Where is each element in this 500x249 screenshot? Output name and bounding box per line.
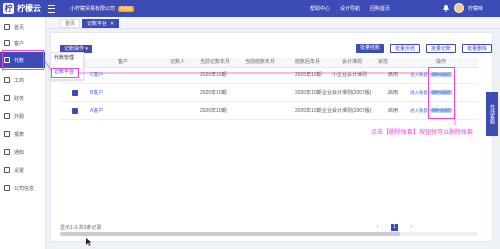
- sidebar-item-home[interactable]: 首页: [0, 19, 45, 35]
- field-icon: [4, 113, 10, 119]
- current-period: 2020年10期: [200, 72, 227, 78]
- table-row: A客户 2020年10期 2020年10期 企业会计准则(2007版) 启用 进…: [60, 103, 478, 120]
- batch-book-button[interactable]: 批量记账: [426, 44, 457, 53]
- gear-icon: [4, 167, 10, 173]
- current-period: 2020年10期: [200, 90, 227, 96]
- table-row: C客户 2020年10期 2020年10期 小企业会计准则 启用 进入账套 初始…: [60, 67, 478, 84]
- column-header: 操作: [436, 59, 447, 65]
- report-icon: [4, 131, 10, 137]
- batch-close-button[interactable]: 批量结账: [356, 44, 385, 53]
- app-logo[interactable]: 柠 柠檬云: [3, 2, 41, 15]
- after-period: 2020年10期: [295, 72, 322, 78]
- next-page-button[interactable]: ›: [408, 224, 415, 231]
- action-buttons: 批量结账 批量反结 批量记账 批量删除: [356, 44, 493, 53]
- tab-home[interactable]: 首页: [60, 19, 81, 28]
- customer-name[interactable]: C客户: [90, 67, 104, 83]
- design-nav-link[interactable]: 设计导航: [340, 5, 360, 12]
- batch-reverse-button[interactable]: 批量反结: [390, 44, 421, 53]
- company-icon: [4, 185, 10, 191]
- sidebar-item-label: 公司信息: [14, 185, 35, 192]
- help-center-link[interactable]: 帮助中心: [310, 5, 330, 12]
- online-service-tab[interactable]: 在线客服: [486, 92, 498, 136]
- home-link[interactable]: 回购首页: [370, 5, 390, 12]
- highlight-box-submenu: [51, 68, 79, 78]
- tab-bookkeeping-platform[interactable]: 记账平台 ✕: [82, 19, 120, 28]
- menu-item-agent-management[interactable]: 代账管理: [54, 54, 82, 63]
- column-header: 会计准则: [342, 59, 363, 65]
- sidebar-item-label: 工商: [14, 77, 25, 84]
- after-period: 2020年10期: [295, 90, 322, 96]
- status: 启用: [388, 90, 399, 96]
- app-name: 柠檬云: [17, 4, 41, 13]
- highlight-box-delete: [428, 67, 455, 119]
- user-area: 柠檬味: [442, 3, 483, 13]
- accounting-standard: 企业会计准则(2007版): [322, 108, 372, 114]
- accounting-standard: 企业会计准则(2007版): [322, 90, 372, 96]
- prev-page-button[interactable]: ‹: [374, 224, 381, 231]
- column-header: 当前记账年月: [200, 59, 231, 65]
- sidebar-item-label: 报表: [14, 131, 25, 138]
- lemon-logo-icon: 柠: [3, 3, 14, 14]
- sidebar-item-settings[interactable]: 设置: [0, 162, 45, 178]
- tab-label: 记账平台: [87, 21, 108, 27]
- sidebar-item-customers[interactable]: 客户: [0, 35, 45, 51]
- record-summary: 显示1-3,共3条记录: [60, 225, 102, 231]
- scrollbar-thumb[interactable]: [60, 232, 400, 236]
- customer-icon: [4, 40, 10, 46]
- pagination: ‹ 1 ›: [374, 224, 415, 231]
- sidebar-item-company-info[interactable]: 公司信息: [0, 180, 45, 196]
- column-header: 结账后年月: [295, 59, 321, 65]
- enter-book-link[interactable]: 进入账套: [410, 103, 428, 119]
- top-bar: 柠 柠檬云 小柠檬贸易有限公司 免费版 帮助中心 设计导航 回购首页 柠檬味: [0, 0, 500, 17]
- sidebar-item-label: 财务: [14, 95, 25, 102]
- customer-name[interactable]: A客户: [90, 103, 103, 119]
- company-switcher[interactable]: 小柠檬贸易有限公司 免费版: [70, 5, 135, 12]
- table-row: B客户 2020年10期 2020年10期 企业会计准则(2007版) 启用 进…: [60, 85, 478, 102]
- customer-name[interactable]: B客户: [90, 85, 103, 101]
- close-icon[interactable]: ✕: [110, 21, 114, 27]
- row-checkbox[interactable]: [72, 90, 78, 96]
- plan-badge: 免费版: [118, 5, 135, 12]
- batch-delete-button[interactable]: 批量删除: [462, 44, 493, 53]
- business-icon: [4, 77, 10, 83]
- highlight-box-sidebar: [2, 50, 44, 70]
- row-checkbox[interactable]: [72, 108, 78, 114]
- sidebar-item-label: 设置: [14, 167, 25, 174]
- finance-icon: [4, 95, 10, 101]
- top-links: 帮助中心 设计导航 回购首页: [310, 5, 390, 12]
- tab-bar: 首页 记账平台 ✕: [46, 17, 500, 29]
- column-header: 客户: [118, 59, 129, 65]
- page-button[interactable]: 1: [391, 224, 398, 231]
- sidebar-item-label: 客户: [14, 40, 25, 47]
- home-icon: [4, 24, 10, 30]
- sidebar-item-notices[interactable]: 通知: [0, 144, 45, 160]
- sidebar-item-field[interactable]: 外勤: [0, 108, 45, 124]
- annotation-text: 点击【删除账套】按钮就可以删除账套: [371, 130, 474, 136]
- status: 启用: [388, 72, 399, 78]
- current-period: 2020年10期: [200, 108, 227, 114]
- sidebar-item-label: 首页: [14, 24, 25, 31]
- enter-book-link[interactable]: 进入账套: [410, 67, 428, 83]
- mouse-cursor-icon: [86, 238, 92, 246]
- avatar[interactable]: [454, 3, 464, 13]
- menu-toggle-icon[interactable]: [48, 5, 55, 13]
- column-header: 状态: [378, 59, 389, 65]
- sidebar-item-finance[interactable]: 财务: [0, 90, 45, 106]
- sidebar-item-label: 通知: [14, 149, 25, 156]
- notice-icon: [4, 149, 10, 155]
- horizontal-scrollbar[interactable]: [60, 232, 478, 236]
- company-name: 小柠檬贸易有限公司: [70, 6, 116, 12]
- column-header: 当前结账年月: [245, 59, 276, 65]
- bell-icon[interactable]: [442, 4, 450, 12]
- sidebar-item-label: 外勤: [14, 113, 25, 120]
- sidebar-item-business[interactable]: 工商: [0, 72, 45, 88]
- user-name[interactable]: 柠檬味: [468, 5, 483, 12]
- enter-book-link[interactable]: 进入账套: [410, 85, 428, 101]
- status: 启用: [388, 108, 399, 114]
- column-header: 记账人: [170, 59, 186, 65]
- accounting-standard: 小企业会计准则: [332, 72, 368, 78]
- sidebar-item-reports[interactable]: 报表: [0, 126, 45, 142]
- after-period: 2020年10期: [295, 108, 322, 114]
